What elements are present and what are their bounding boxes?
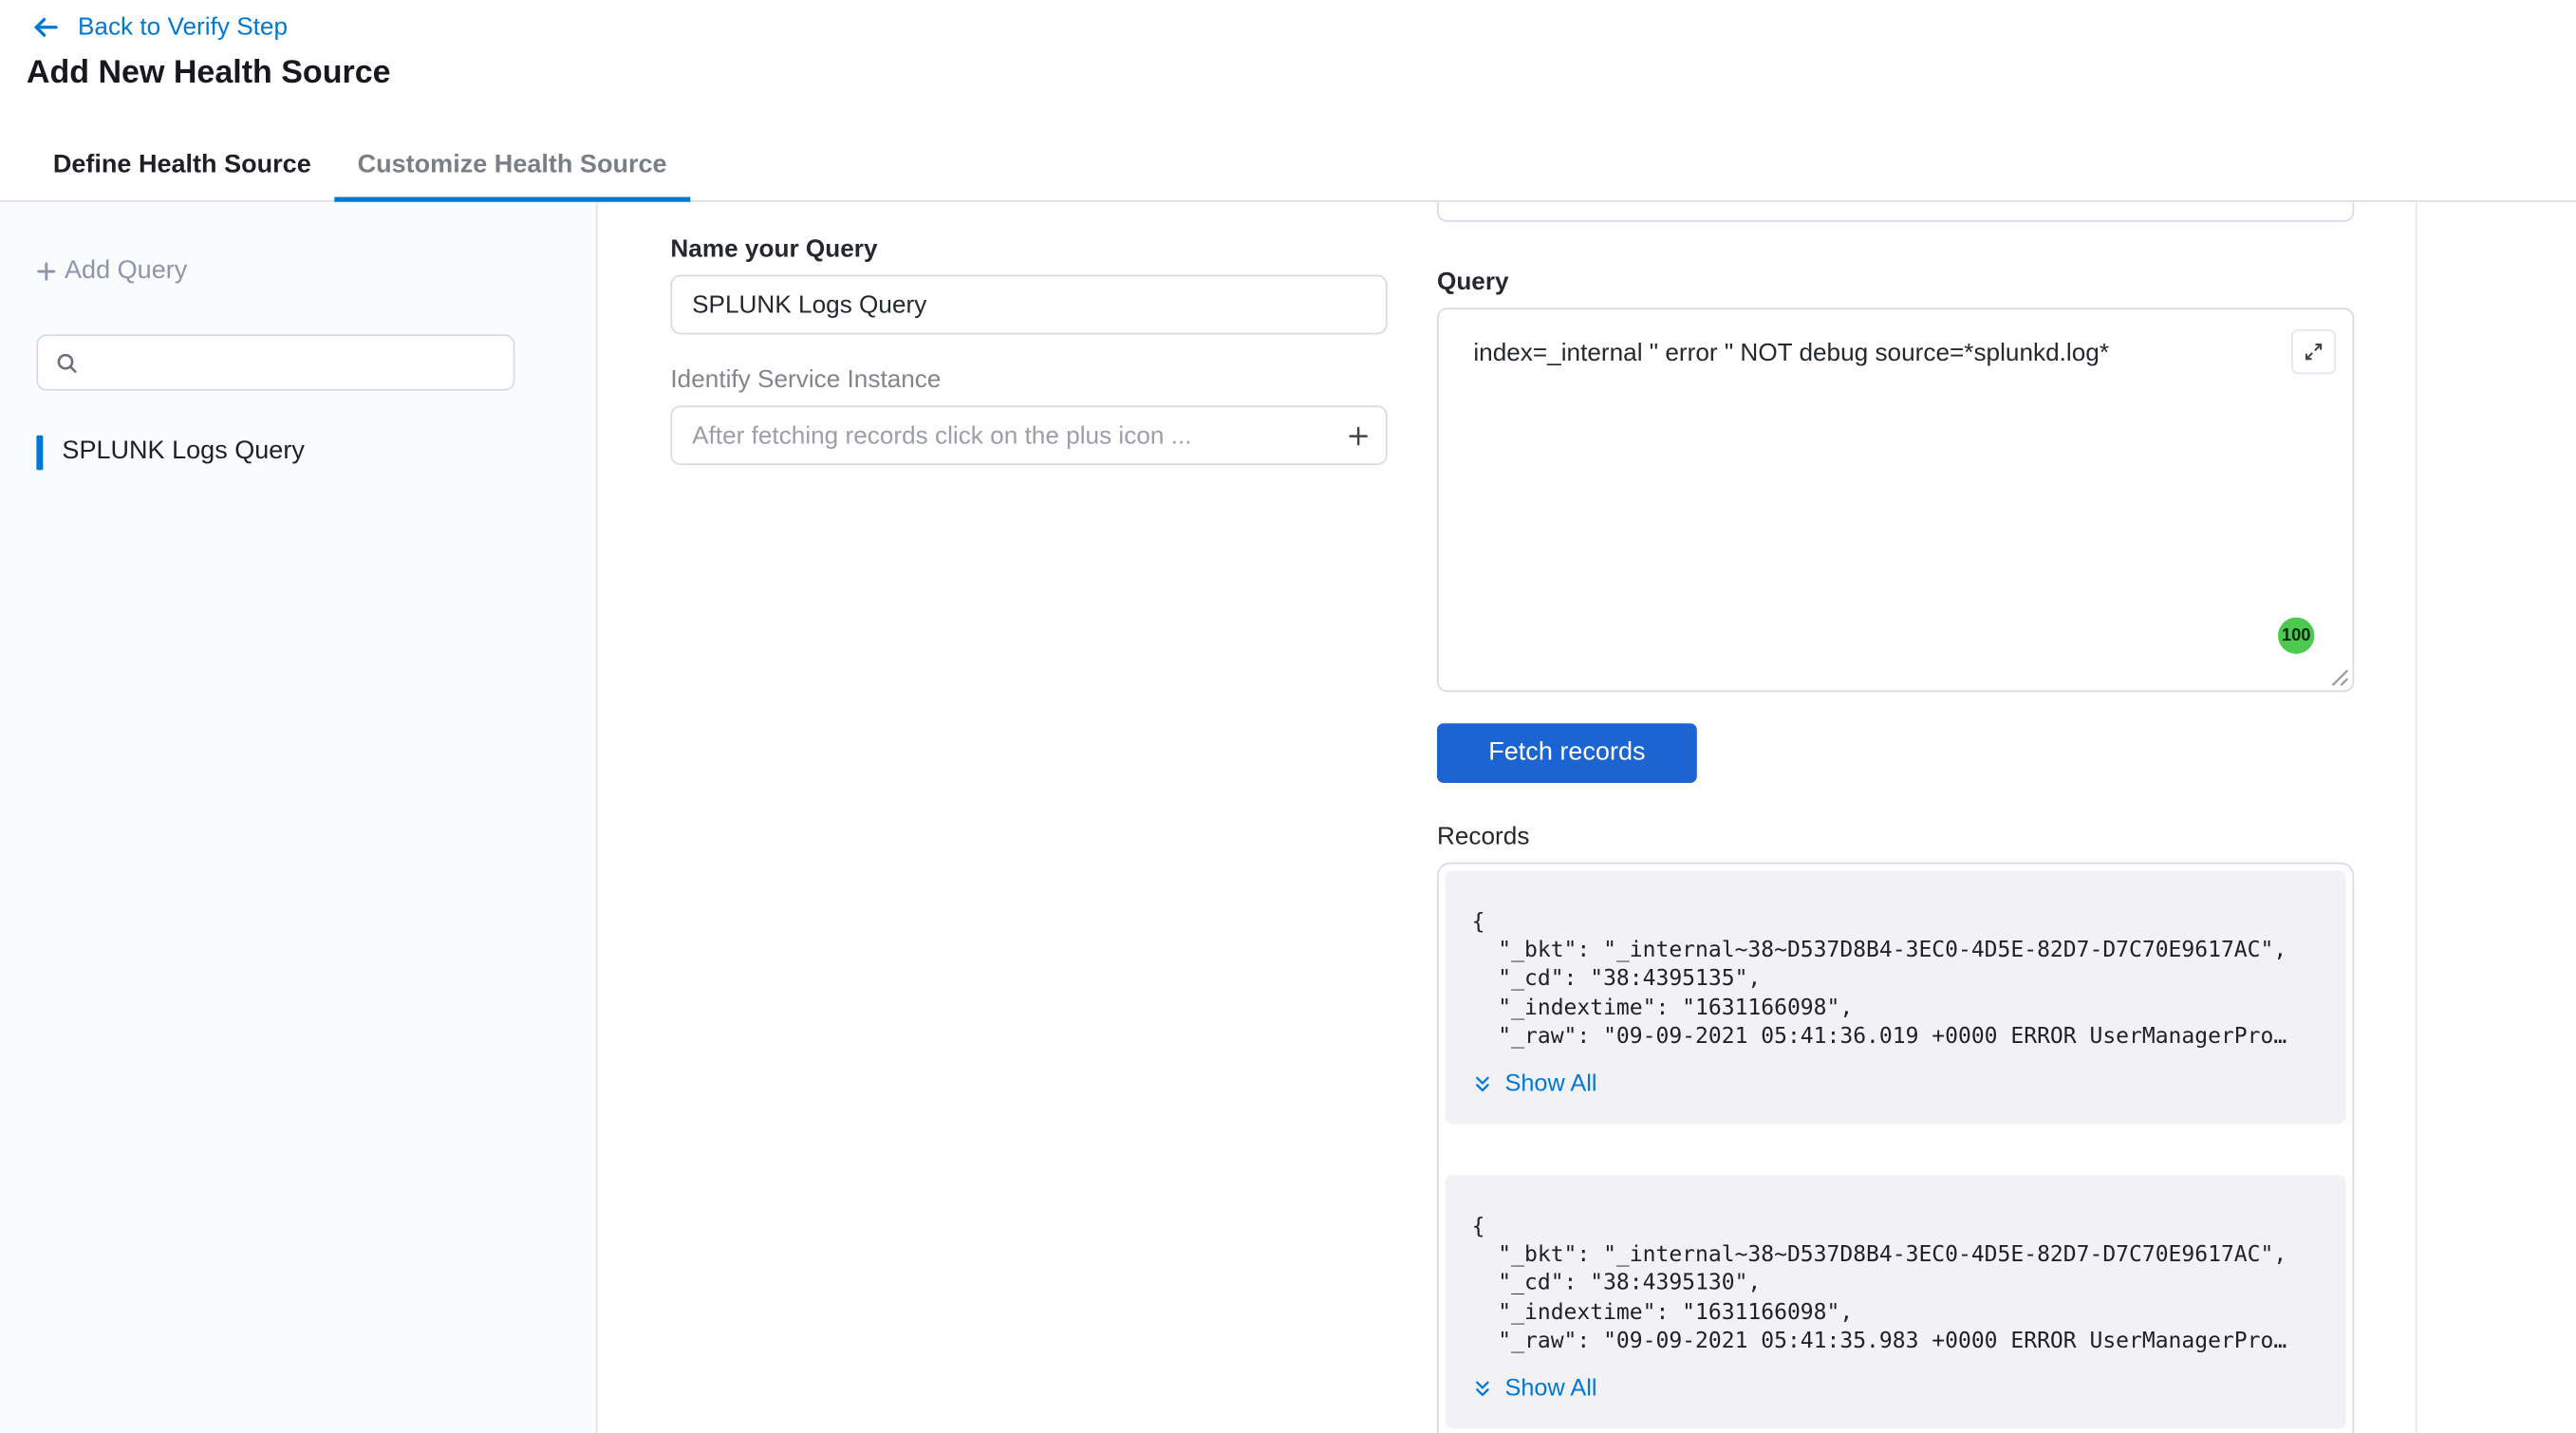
stage: Back to Verify Step Add New Health Sourc… — [0, 0, 2576, 1433]
record-json-line: { — [1472, 909, 2320, 938]
record-json-line: "_indextime": "1631166098", — [1472, 1299, 2320, 1328]
search-input[interactable] — [93, 348, 497, 377]
name-your-query-label: Name your Query — [670, 235, 877, 264]
plus-icon — [1343, 421, 1372, 450]
record-json-line: "_indextime": "1631166098", — [1472, 995, 2320, 1023]
service-instance-input[interactable] — [670, 405, 1387, 465]
resize-grip-icon[interactable] — [2331, 669, 2349, 687]
query-list-item-splunk-logs-query[interactable]: SPLUNK Logs Query — [36, 432, 305, 472]
record-card: { "_bkt": "_internal~38~D537D8B4-3EC0-4D… — [1446, 870, 2346, 1124]
tab-customize-health-source[interactable]: Customize Health Source — [334, 131, 690, 200]
add-query-button[interactable]: Add Query — [33, 256, 187, 286]
expand-query-button[interactable] — [2291, 329, 2336, 374]
tab-define-health-source[interactable]: Define Health Source — [29, 131, 334, 200]
record-json-line: "_bkt": "_internal~38~D537D8B4-3EC0-4D5E… — [1472, 1242, 2320, 1271]
record-json-line: "_cd": "38:4395135", — [1472, 966, 2320, 995]
query-sidebar: Add Query SPLUNK Logs Query — [0, 202, 598, 1433]
scrolled-input-partial[interactable] — [1437, 202, 2354, 222]
back-arrow-icon — [29, 10, 61, 42]
page-title: Add New Health Source — [27, 55, 391, 93]
records-label: Records — [1437, 823, 1529, 851]
plus-icon — [33, 258, 60, 285]
record-count-badge: 100 — [2278, 618, 2314, 654]
add-health-source-page: Back to Verify Step Add New Health Sourc… — [0, 0, 2576, 1433]
show-all-label: Show All — [1504, 1071, 1596, 1098]
double-chevron-down-icon — [1472, 1073, 1494, 1095]
query-item-label: SPLUNK Logs Query — [62, 437, 304, 466]
search-icon — [55, 350, 80, 375]
show-all-button[interactable]: Show All — [1472, 1375, 2320, 1402]
expand-icon — [2303, 341, 2324, 363]
content-scroll-area: Name your Query Identify Service Instanc… — [599, 202, 2417, 1433]
record-card: { "_bkt": "_internal~38~D537D8B4-3EC0-4D… — [1446, 1175, 2346, 1428]
selected-indicator-bar — [36, 435, 42, 470]
wizard-tabbar: Define Health Source Customize Health So… — [0, 131, 2576, 202]
back-to-verify-step-link[interactable]: Back to Verify Step — [29, 9, 288, 45]
service-instance-field — [670, 405, 1387, 465]
record-json-line: { — [1472, 1214, 2320, 1242]
wizard-body: Add Query SPLUNK Logs Query Name your Qu… — [0, 202, 2576, 1433]
record-json-line: "_raw": "09-09-2021 05:41:35.983 +0000 E… — [1472, 1328, 2320, 1356]
add-query-label: Add Query — [65, 256, 187, 286]
record-json-line: "_cd": "38:4395130", — [1472, 1271, 2320, 1299]
query-input[interactable]: index=_internal " error " NOT debug sour… — [1440, 311, 2352, 690]
query-name-input[interactable] — [670, 275, 1387, 335]
show-all-label: Show All — [1504, 1375, 1596, 1402]
record-json-line: "_raw": "09-09-2021 05:41:36.019 +0000 E… — [1472, 1023, 2320, 1051]
double-chevron-down-icon — [1472, 1378, 1494, 1400]
back-link-label: Back to Verify Step — [78, 12, 288, 41]
query-label: Query — [1437, 269, 1509, 297]
records-container: { "_bkt": "_internal~38~D537D8B4-3EC0-4D… — [1437, 863, 2354, 1433]
show-all-button[interactable]: Show All — [1472, 1071, 2320, 1098]
service-instance-add-button[interactable] — [1336, 414, 1379, 456]
query-editor: index=_internal " error " NOT debug sour… — [1437, 307, 2354, 692]
fetch-records-button[interactable]: Fetch records — [1437, 723, 1697, 783]
record-json-line: "_bkt": "_internal~38~D537D8B4-3EC0-4D5E… — [1472, 938, 2320, 966]
query-search-box — [36, 334, 514, 390]
identify-service-instance-label: Identify Service Instance — [670, 365, 941, 394]
